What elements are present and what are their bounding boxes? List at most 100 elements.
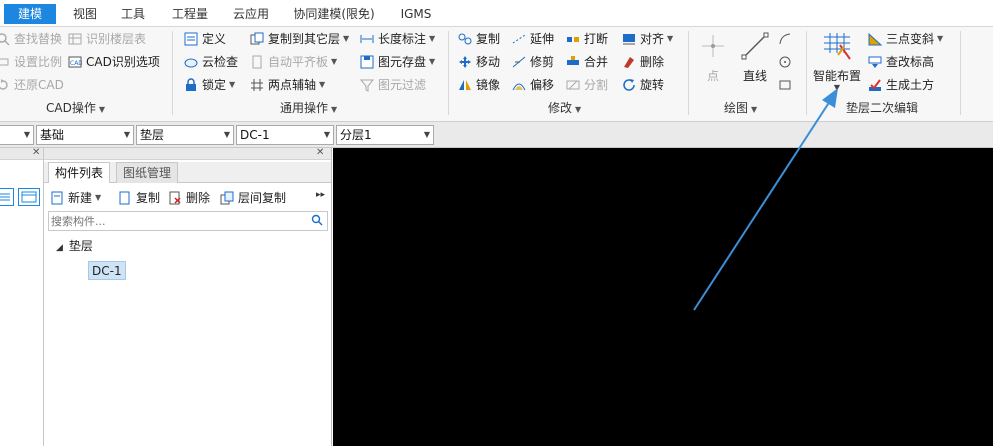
group-divider xyxy=(806,31,807,115)
more-icon[interactable]: ▸▸ xyxy=(316,190,325,200)
component-panel: ✕ 构件列表 图纸管理 新建▼ 复制 删除 层间复制 ▸▸ ◢ 垫层 DC-1 xyxy=(44,147,332,446)
identify-layer-button[interactable]: 识别楼层表 xyxy=(68,29,146,49)
set-scale-label: 设置比例 xyxy=(14,55,63,69)
cad-icon: CAD xyxy=(68,55,82,69)
restore-cad-button[interactable]: 还原CAD xyxy=(0,75,64,95)
three-point-slope-button[interactable]: 三点变斜 ▼ xyxy=(868,29,943,49)
chevron-down-icon: ▼ xyxy=(95,193,102,202)
move-button[interactable]: 移动 xyxy=(458,52,500,72)
set-scale-button[interactable]: 设置比例 xyxy=(0,52,62,72)
circle-button[interactable] xyxy=(778,52,796,72)
tree-root[interactable]: ◢ 垫层 xyxy=(56,237,93,255)
menu-modeling[interactable]: 建模 xyxy=(4,4,56,24)
lock-button[interactable]: 锁定 ▼ xyxy=(184,75,235,95)
menu-collab[interactable]: 协同建模(限免) xyxy=(291,4,377,24)
point-button[interactable]: 点 xyxy=(696,29,730,84)
line-label: 直线 xyxy=(742,69,767,83)
category-select[interactable]: 基础 ▼ xyxy=(36,125,134,145)
cloud-check-label: 云检查 xyxy=(202,55,239,69)
search-input[interactable] xyxy=(51,213,301,229)
list-view-icon[interactable] xyxy=(0,188,14,206)
chevron-down-icon: ▼ xyxy=(937,34,944,43)
cloud-check-button[interactable]: 云检查 xyxy=(184,52,238,72)
merge-button[interactable]: 合并 xyxy=(566,52,608,72)
menu-cloud[interactable]: 云应用 xyxy=(229,4,273,24)
card-view-icon[interactable] xyxy=(18,188,40,206)
new-component-button[interactable]: 新建 ▼ xyxy=(50,188,101,208)
tree-collapse-icon[interactable]: ◢ xyxy=(56,243,63,253)
rectangle-button[interactable] xyxy=(778,75,796,95)
auto-plane-button[interactable]: 自动平齐板 ▼ xyxy=(250,52,337,72)
drawing-canvas[interactable] xyxy=(333,148,993,446)
delete-label: 删除 xyxy=(640,55,665,69)
delete-component-button[interactable]: 删除 xyxy=(168,188,210,208)
component-select[interactable]: DC-1 ▼ xyxy=(236,125,334,145)
line-button[interactable]: 直线 xyxy=(738,29,772,84)
find-replace-icon xyxy=(0,32,10,46)
earthwork-icon xyxy=(868,78,882,92)
mirror-button[interactable]: 镜像 xyxy=(458,75,500,95)
floor-select[interactable]: ▼ xyxy=(0,125,34,145)
tab-drawing-management[interactable]: 图纸管理 xyxy=(116,162,179,183)
smart-layout-button[interactable]: 智能布置 ▼ xyxy=(810,29,864,92)
chevron-down-icon: ▼ xyxy=(319,80,326,89)
cad-options-button[interactable]: CAD CAD识别选项 xyxy=(68,52,160,72)
draw-group-label[interactable]: 绘图 ▼ xyxy=(724,99,757,117)
type-select-value: 垫层 xyxy=(140,128,165,142)
chevron-down-icon: ▼ xyxy=(23,130,30,139)
trim-button[interactable]: 修剪 xyxy=(512,52,554,72)
align-button[interactable]: 对齐 ▼ xyxy=(622,29,673,49)
break-button[interactable]: 打断 xyxy=(566,29,608,49)
common-group-title: 通用操作 xyxy=(280,101,329,115)
element-save-button[interactable]: 图元存盘 ▼ xyxy=(360,52,435,72)
check-elevation-button[interactable]: 查改标高 xyxy=(868,52,934,72)
tree-item-selected[interactable]: DC-1 xyxy=(88,261,126,280)
close-icon[interactable]: ✕ xyxy=(316,147,324,158)
copy-to-other-layer-button[interactable]: 复制到其它层 ▼ xyxy=(250,29,349,49)
two-point-axis-button[interactable]: 两点辅轴 ▼ xyxy=(250,75,325,95)
copy-button[interactable]: 复制 xyxy=(458,29,500,49)
gen-earthwork-button[interactable]: 生成土方 xyxy=(868,75,934,95)
length-dim-button[interactable]: 长度标注 ▼ xyxy=(360,29,435,49)
navigation-panel: ✕ xyxy=(0,147,44,446)
category-select-value: 基础 xyxy=(40,128,65,142)
offset-button[interactable]: 偏移 xyxy=(512,75,554,95)
define-button[interactable]: 定义 xyxy=(184,29,226,49)
copy-component-button[interactable]: 复制 xyxy=(118,188,160,208)
menu-view[interactable]: 视图 xyxy=(70,4,100,24)
group-divider xyxy=(448,31,449,115)
menu-tools[interactable]: 工具 xyxy=(118,4,148,24)
sublayer-select[interactable]: 分层1 ▼ xyxy=(336,125,434,145)
common-group-label[interactable]: 通用操作 ▼ xyxy=(280,99,337,117)
modify-group-label[interactable]: 修改 ▼ xyxy=(548,99,581,117)
point-label: 点 xyxy=(706,69,719,83)
tab-component-list[interactable]: 构件列表 xyxy=(48,162,111,183)
close-icon[interactable]: ✕ xyxy=(32,147,40,158)
two-point-axis-label: 两点辅轴 xyxy=(268,78,317,92)
chevron-down-icon: ▼ xyxy=(833,83,841,92)
menu-igms[interactable]: IGMS xyxy=(396,4,436,24)
find-replace-button[interactable]: 查找替换 xyxy=(0,29,62,49)
trim-icon xyxy=(512,55,526,69)
copy-between-floors-button[interactable]: 层间复制 xyxy=(220,188,286,208)
chevron-down-icon: ▼ xyxy=(229,80,236,89)
type-select[interactable]: 垫层 ▼ xyxy=(136,125,234,145)
split-button[interactable]: 分割 xyxy=(566,75,608,95)
arc-button[interactable] xyxy=(778,29,796,49)
copy-component-label: 复制 xyxy=(136,191,161,205)
draw-group-title: 绘图 xyxy=(724,101,749,115)
chevron-down-icon: ▼ xyxy=(323,130,330,139)
lock-icon xyxy=(184,78,198,92)
extend-button[interactable]: 延伸 xyxy=(512,29,554,49)
cad-group-label[interactable]: CAD操作 ▼ xyxy=(46,99,105,117)
search-icon[interactable] xyxy=(311,214,323,229)
three-point-slope-label: 三点变斜 xyxy=(886,32,935,46)
rotate-button[interactable]: 旋转 xyxy=(622,75,664,95)
group-divider xyxy=(688,31,689,115)
element-filter-button[interactable]: 图元过滤 xyxy=(360,75,426,95)
rotate-icon xyxy=(622,78,636,92)
define-label: 定义 xyxy=(202,32,227,46)
delete-button[interactable]: 删除 xyxy=(622,52,664,72)
copy-between-floors-label: 层间复制 xyxy=(238,191,287,205)
menu-quantities[interactable]: 工程量 xyxy=(168,4,212,24)
